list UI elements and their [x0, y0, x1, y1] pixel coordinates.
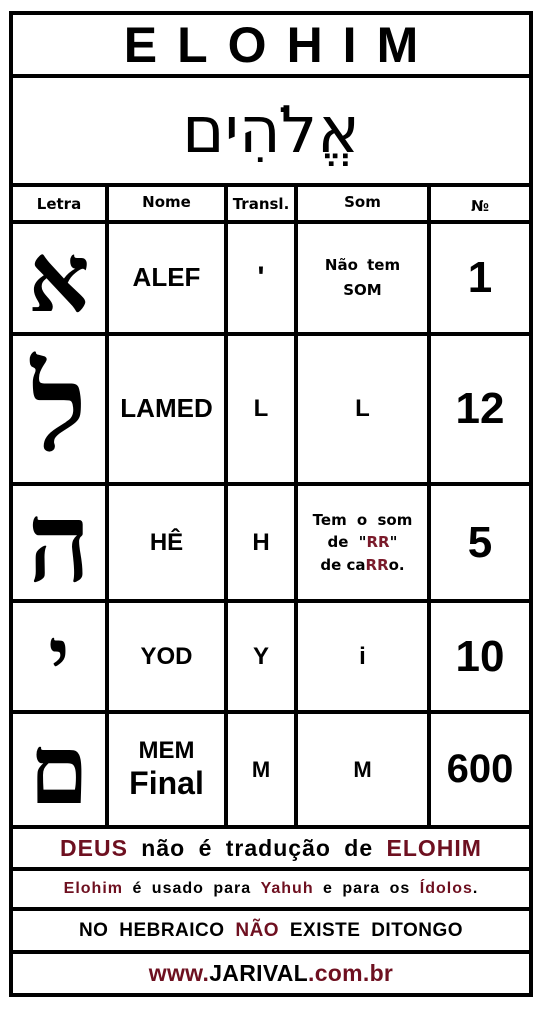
- hebrew-letter: ם: [29, 712, 89, 826]
- gematria-value: 600: [446, 747, 514, 791]
- sound: Tem o som de "RR" de caRRo.: [298, 486, 427, 599]
- note-elohim-usage: Elohim é usado para Yahuh e para os Ídol…: [13, 871, 529, 907]
- page-title: ELOHIM: [123, 16, 439, 73]
- note-text: NO HEBRAICO: [78, 919, 236, 941]
- note-highlight: Elohim: [63, 880, 123, 897]
- header-nome: Nome: [142, 192, 191, 211]
- note-ditongo: NO HEBRAICO NÃO EXISTE DITONGO: [13, 911, 529, 950]
- note-deus: DEUS não é tradução de ELOHIM: [13, 829, 529, 867]
- transliteration: ': [257, 261, 265, 294]
- sound-line: SOM: [343, 281, 382, 299]
- sound-line: Tem o som: [312, 510, 413, 529]
- hebrew-letter: י: [48, 609, 70, 704]
- transliteration: Y: [252, 642, 269, 670]
- letter-name: HÊ: [149, 528, 184, 556]
- sound: Não tem SOM: [298, 224, 427, 332]
- transliteration: M: [251, 756, 271, 782]
- name-line: Final: [129, 764, 204, 801]
- note-highlight: Yahuh: [260, 880, 314, 897]
- hebrew-word: אֱלֹהִים: [182, 93, 360, 168]
- gematria-value: 10: [455, 631, 505, 681]
- letter-name: ALEF: [132, 262, 201, 293]
- sound-line: de "RR": [328, 531, 398, 554]
- letter-name: YOD: [140, 642, 193, 670]
- sound-text: de ": [327, 533, 367, 552]
- sound: L: [355, 395, 370, 422]
- note-text: EXISTE DITONGO: [279, 919, 464, 941]
- website-suffix: .com.br: [308, 960, 394, 986]
- website-link[interactable]: www. JARIVAL .com.br: [13, 954, 529, 993]
- note-text: é usado para: [123, 880, 261, 897]
- note-text: e para os: [313, 880, 420, 897]
- letter-name: LAMED: [120, 393, 213, 424]
- sound-text: ": [389, 533, 398, 552]
- sound-line: de caRRo.: [320, 554, 404, 577]
- note-highlight: ELOHIM: [386, 834, 482, 861]
- header-number: №: [470, 196, 490, 215]
- header-som: Som: [344, 192, 381, 211]
- hebrew-letter: ל: [30, 338, 88, 479]
- sound-highlight: RR: [365, 555, 389, 574]
- sound-text: de ca: [320, 555, 366, 574]
- transliteration: H: [252, 528, 270, 556]
- hebrew-letter: ה: [27, 477, 91, 607]
- sound-text: o.: [388, 555, 405, 574]
- website-domain: JARIVAL: [209, 960, 309, 986]
- header-transl: Transl.: [232, 194, 290, 213]
- letter-name: MEM Final: [109, 714, 224, 825]
- note-highlight: NÃO: [235, 919, 280, 941]
- sound-highlight: RR: [366, 533, 390, 552]
- note-text: não é tradução de: [127, 834, 387, 861]
- website-prefix: www.: [148, 960, 210, 986]
- name-line: MEM: [138, 737, 195, 765]
- gematria-value: 12: [455, 384, 505, 433]
- transliteration: L: [253, 395, 269, 422]
- sound: i: [359, 642, 366, 670]
- gematria-value: 1: [467, 253, 493, 302]
- sound: M: [353, 756, 372, 782]
- header-letra: Letra: [36, 194, 82, 213]
- note-highlight: DEUS: [60, 834, 128, 861]
- gematria-value: 5: [467, 517, 493, 567]
- sound-line: Não tem: [324, 256, 401, 275]
- note-text: .: [472, 880, 479, 897]
- note-highlight: Ídolos: [419, 880, 473, 897]
- hebrew-letter: א: [28, 221, 90, 334]
